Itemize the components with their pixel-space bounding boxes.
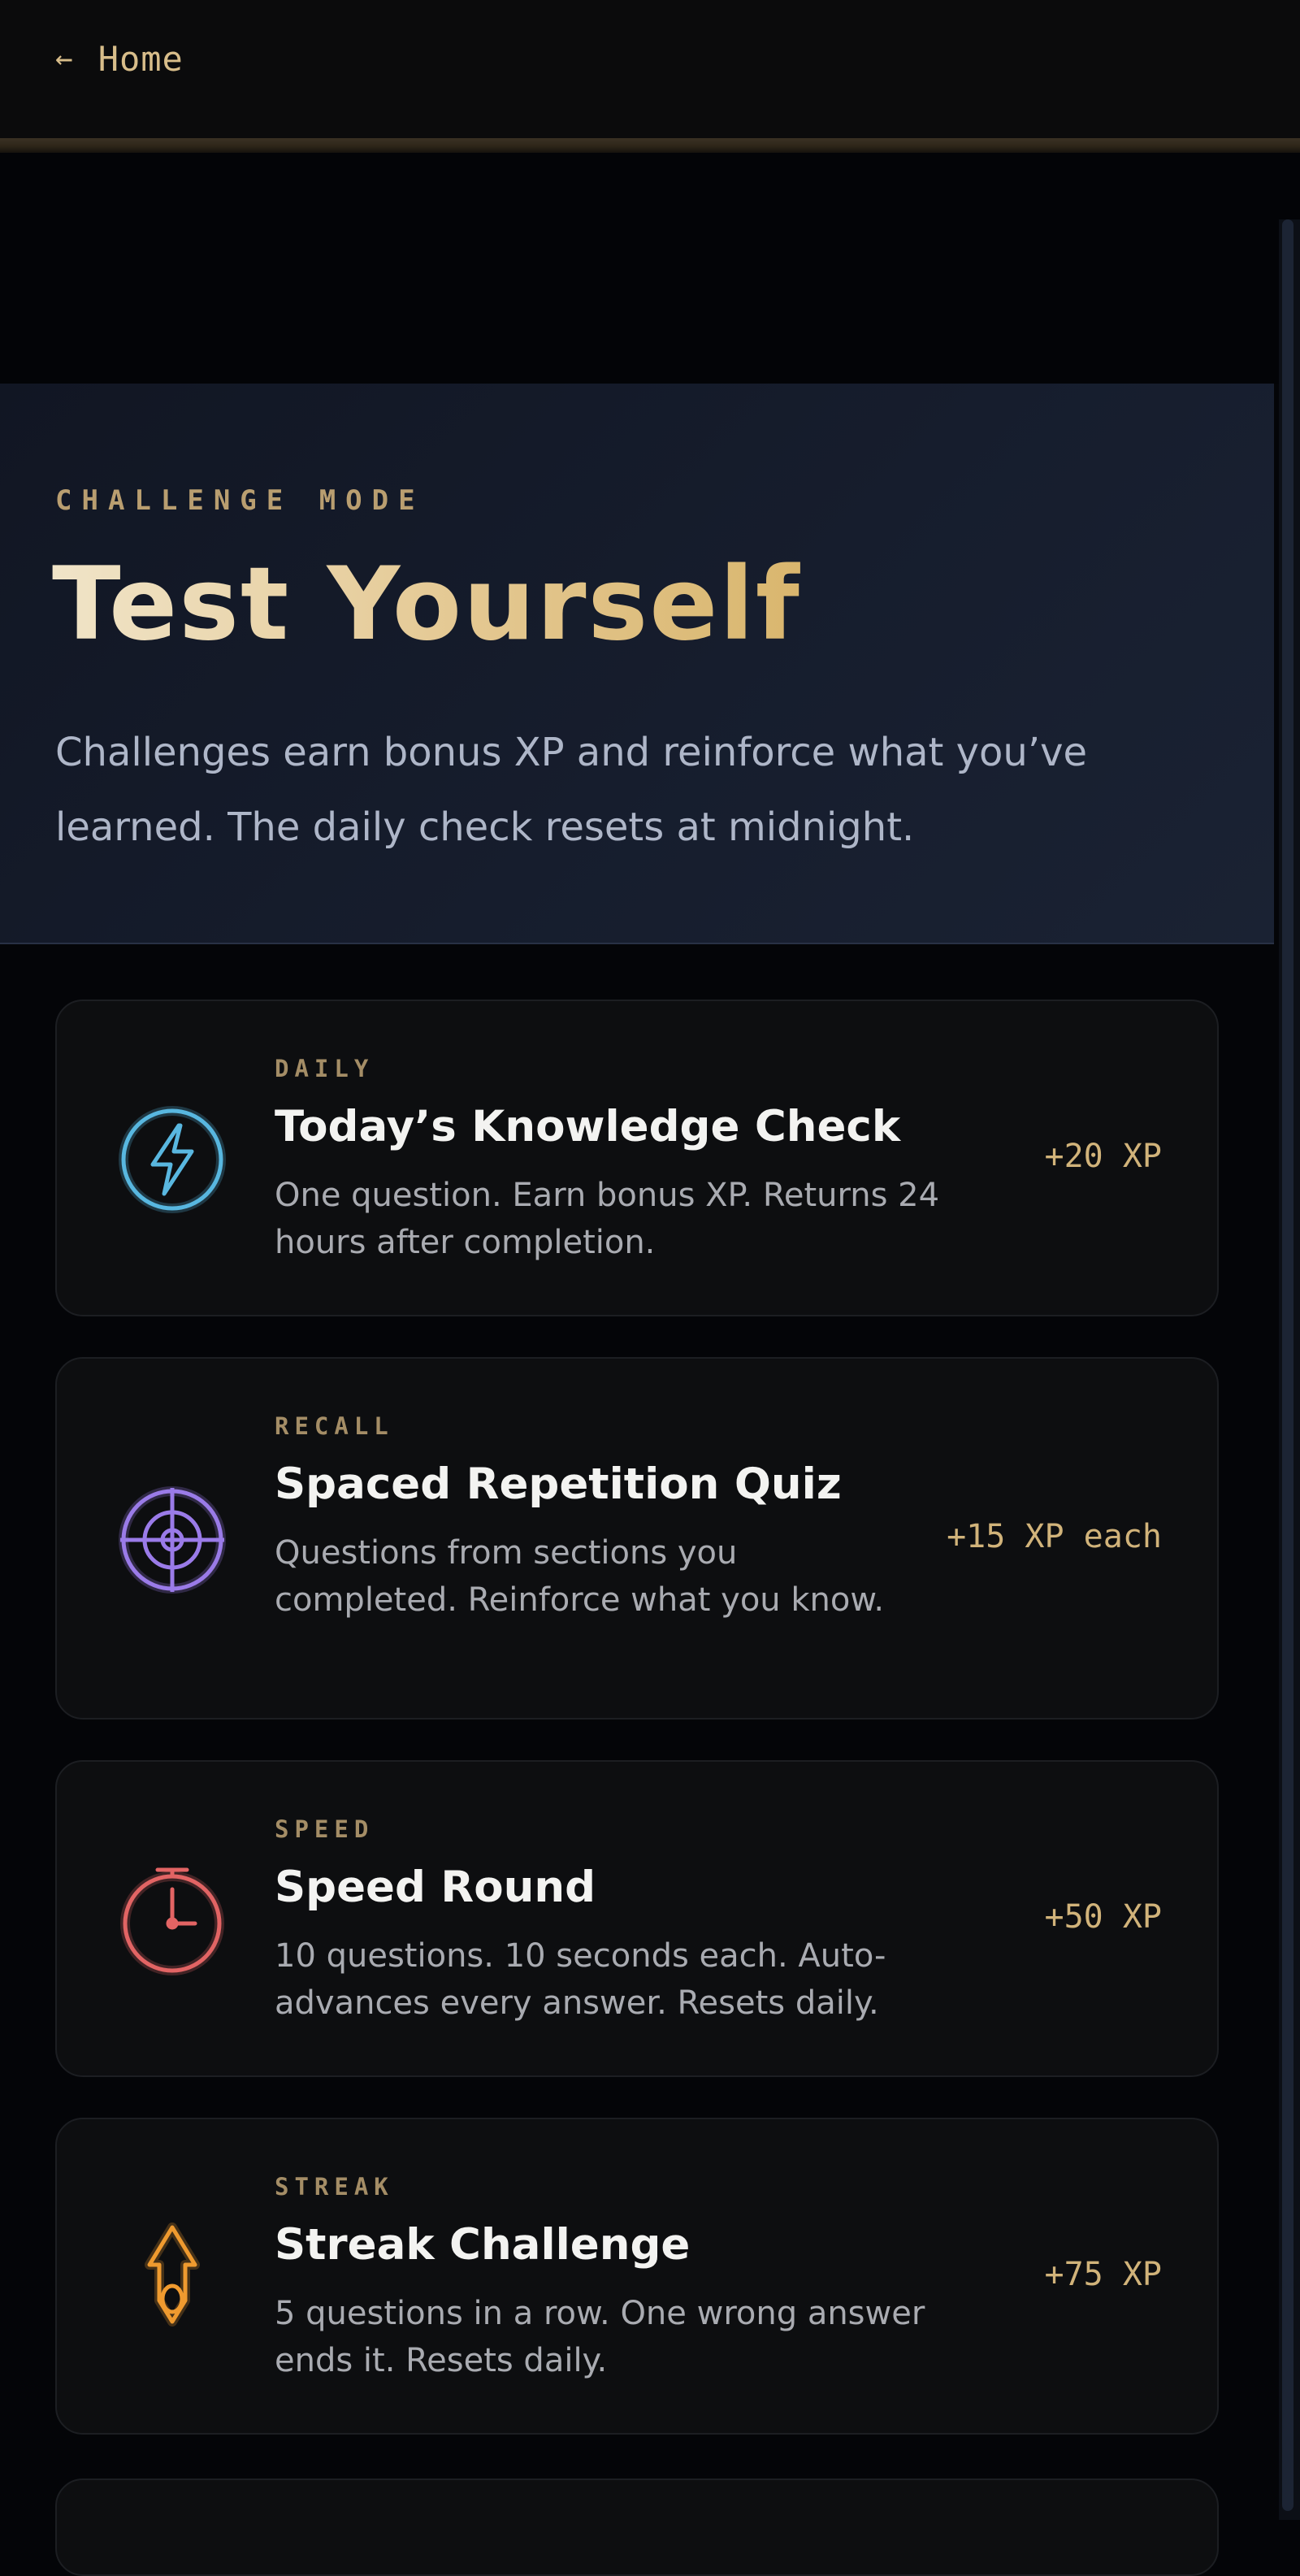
- home-label: Home: [98, 38, 184, 79]
- challenge-card-speed[interactable]: SPEED Speed Round 10 questions. 10 secon…: [55, 1760, 1219, 2077]
- back-arrow-icon: ←: [55, 41, 74, 76]
- challenge-card-partial[interactable]: [55, 2478, 1219, 2576]
- hero-eyebrow: CHALLENGE MODE: [55, 484, 425, 517]
- page-title: Test Yourself: [52, 546, 801, 663]
- challenge-tag: SPEED: [275, 1815, 375, 1843]
- challenge-title: Streak Challenge: [275, 2220, 691, 2270]
- header-spacer: [0, 153, 1300, 384]
- challenge-card-streak[interactable]: STREAK Streak Challenge 5 questions in a…: [55, 2118, 1219, 2435]
- hero-section: CHALLENGE MODE Test Yourself Challenges …: [0, 384, 1274, 944]
- xp-reward: +15 XP each: [947, 1518, 1162, 1555]
- challenge-tag: STREAK: [275, 2173, 394, 2201]
- challenge-description: Questions from sections you completed. R…: [275, 1534, 885, 1619]
- challenge-title: Speed Round: [275, 1863, 596, 1912]
- top-bar: ← Home: [0, 0, 1300, 141]
- header-divider: [0, 138, 1300, 153]
- hero-description: Challenges earn bonus XP and reinforce w…: [55, 730, 1088, 850]
- challenge-description: 10 questions. 10 seconds each. Auto-adva…: [275, 1937, 886, 2022]
- xp-reward: +75 XP: [1044, 2256, 1163, 2293]
- challenge-tag: DAILY: [275, 1055, 375, 1082]
- challenge-title: Spaced Repetition Quiz: [275, 1459, 842, 1509]
- challenge-tag: RECALL: [275, 1412, 394, 1440]
- xp-reward: +50 XP: [1044, 1898, 1163, 1936]
- xp-reward: +20 XP: [1044, 1138, 1163, 1175]
- target-icon: [117, 1485, 228, 1595]
- flame-icon: [117, 2223, 228, 2333]
- scrollbar-thumb[interactable]: [1282, 219, 1294, 2511]
- challenge-description: One question. Earn bonus XP. Returns 24 …: [275, 1177, 940, 1261]
- lightning-icon: [117, 1104, 228, 1215]
- challenge-description: 5 questions in a row. One wrong answer e…: [275, 2295, 925, 2379]
- home-back-link[interactable]: ← Home: [55, 36, 184, 81]
- challenge-title: Today’s Knowledge Check: [275, 1102, 901, 1151]
- challenge-card-recall[interactable]: RECALL Spaced Repetition Quiz Questions …: [55, 1357, 1219, 1720]
- timer-icon: [117, 1865, 228, 1975]
- challenge-card-daily[interactable]: DAILY Today’s Knowledge Check One questi…: [55, 1000, 1219, 1316]
